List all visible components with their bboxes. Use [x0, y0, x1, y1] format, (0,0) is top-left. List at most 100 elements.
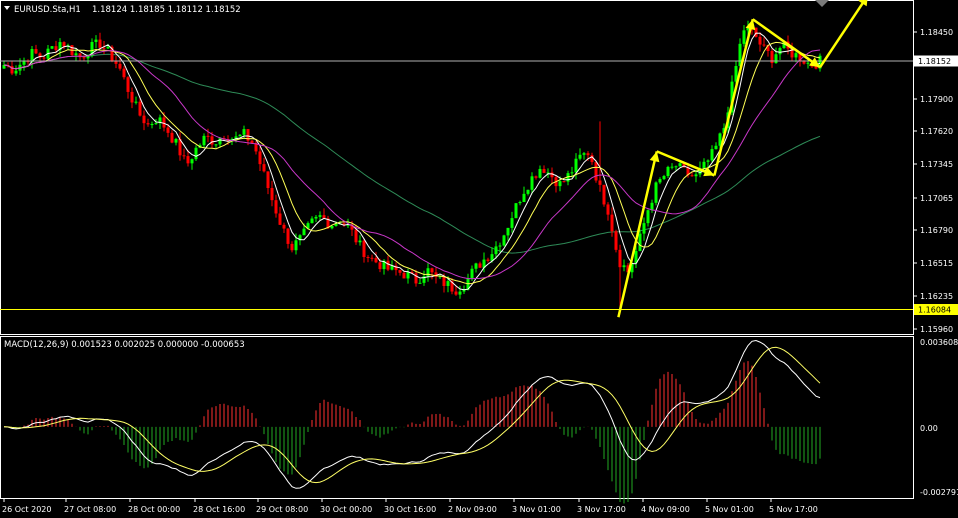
price-tick: 1.17345 — [920, 160, 953, 169]
candle-body — [674, 166, 678, 168]
price-tick: 1.18450 — [920, 28, 953, 37]
candle-body — [186, 156, 190, 164]
candle-body — [666, 166, 670, 177]
candle-body — [370, 257, 374, 259]
candle-body — [294, 240, 298, 251]
candle-body — [646, 210, 650, 224]
candle-body — [290, 243, 294, 251]
candle-body — [106, 46, 110, 49]
candle-body — [278, 213, 282, 225]
candle-body — [610, 214, 614, 232]
candle-body — [122, 68, 126, 78]
candle-body — [238, 134, 242, 137]
svg-text:1.16084: 1.16084 — [918, 306, 951, 315]
time-label: 28 Oct 00:00 — [128, 505, 180, 514]
candle-body — [506, 227, 510, 236]
candle-body — [174, 138, 178, 143]
candle-body — [98, 39, 102, 48]
price-chart[interactable]: EURUSD.Sta,H1 1.18124 1.18185 1.18112 1.… — [0, 0, 958, 518]
symbol-label: EURUSD.Sta,H1 — [14, 5, 81, 15]
time-label: 5 Nov 17:00 — [769, 505, 818, 514]
chart-header: EURUSD.Sta,H1 1.18124 1.18185 1.18112 1.… — [4, 5, 241, 15]
macd-tick: 0.003608 — [920, 338, 958, 347]
candle-body — [618, 249, 622, 268]
candle-body — [602, 184, 606, 205]
candle-body — [526, 189, 530, 194]
candle-body — [458, 291, 462, 295]
time-label: 3 Nov 01:00 — [512, 505, 561, 514]
candle-body — [262, 164, 266, 172]
price-tick: 1.17065 — [920, 194, 953, 203]
candle-body — [586, 153, 590, 156]
candle-body — [126, 77, 130, 92]
candle-body — [362, 240, 366, 258]
candle-body — [650, 202, 654, 211]
support-price-tag: 1.16084 — [914, 304, 958, 315]
candle-body — [190, 159, 194, 164]
candle-body — [102, 47, 106, 49]
candle-body — [398, 270, 402, 273]
candle-body — [134, 101, 138, 103]
candle-body — [574, 158, 578, 173]
candle-body — [142, 115, 146, 124]
candle-body — [386, 260, 390, 270]
price-tick: 1.16790 — [920, 226, 953, 235]
candle-body — [286, 228, 290, 244]
candle-body — [50, 46, 54, 49]
candle-body — [538, 168, 542, 178]
current-price-tag: 1.18152 — [914, 55, 958, 67]
quote-values: 1.18124 1.18185 1.18112 1.18152 — [92, 5, 241, 15]
candle — [602, 184, 606, 207]
candle-body — [206, 135, 210, 137]
candle-body — [170, 132, 174, 143]
candle — [594, 160, 598, 183]
candle-body — [678, 163, 682, 167]
candle-body — [402, 272, 406, 279]
candle-body — [654, 182, 658, 203]
candle-body — [314, 216, 318, 219]
time-label: 30 Oct 16:00 — [384, 505, 436, 514]
candle-body — [670, 166, 674, 168]
candle-body — [430, 268, 434, 273]
candle-body — [138, 101, 142, 116]
candle-body — [166, 127, 170, 133]
candle-body — [510, 218, 514, 228]
candle-body — [486, 259, 490, 261]
candle-body — [442, 276, 446, 286]
candle-body — [478, 263, 482, 268]
candle-body — [374, 258, 378, 263]
candle-body — [702, 161, 706, 169]
time-label: 30 Oct 00:00 — [320, 505, 372, 514]
candle-body — [318, 215, 322, 217]
candle-body — [802, 61, 806, 64]
candle-body — [154, 123, 158, 125]
candle-body — [302, 228, 306, 236]
time-label: 29 Oct 08:00 — [256, 505, 308, 514]
time-label: 4 Nov 09:00 — [641, 505, 690, 514]
time-label: 5 Nov 01:00 — [705, 505, 754, 514]
candle-body — [534, 176, 538, 178]
time-label: 26 Oct 2020 — [2, 505, 51, 514]
candle-body — [582, 153, 586, 155]
candle-body — [806, 62, 810, 64]
price-tick: 1.16515 — [920, 259, 953, 268]
candle-body — [310, 218, 314, 224]
candle-body — [74, 53, 78, 56]
candle-body — [210, 136, 214, 145]
macd-tick: 0.00 — [920, 424, 938, 433]
candle-body — [474, 263, 478, 269]
candle-body — [202, 135, 206, 146]
candle-body — [182, 155, 186, 157]
candle-body — [42, 57, 46, 59]
candle-body — [522, 193, 526, 203]
candle-body — [710, 149, 714, 161]
candle-body — [606, 204, 610, 215]
candle-body — [146, 123, 150, 125]
candle-body — [494, 246, 498, 255]
candle-body — [34, 49, 38, 54]
candle-body — [778, 48, 782, 55]
candle-body — [706, 160, 710, 162]
candle-body — [794, 53, 798, 58]
candle-body — [214, 144, 218, 146]
candle-body — [150, 123, 154, 125]
